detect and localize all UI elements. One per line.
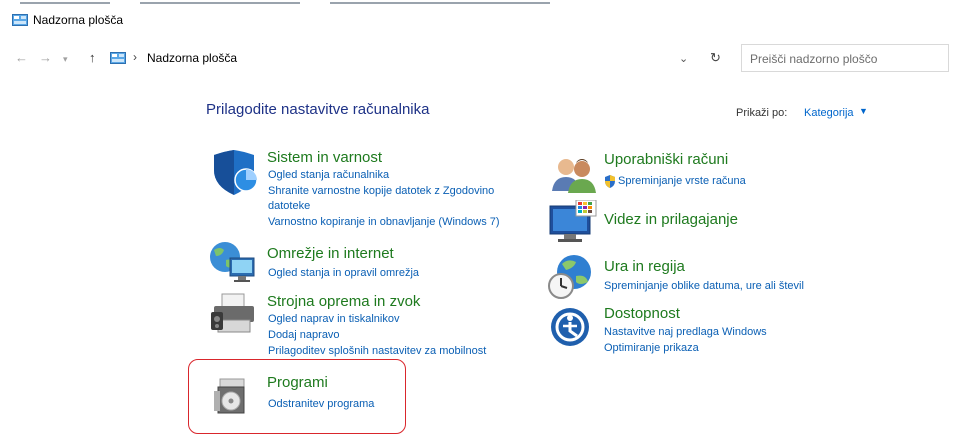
- page-title: Prilagodite nastavitve računalnika: [206, 101, 430, 118]
- search-input[interactable]: Preišči nadzorno ploščo: [741, 44, 949, 72]
- forward-button[interactable]: →: [39, 50, 52, 65]
- refresh-icon: ↻: [710, 50, 721, 65]
- printer-icon: [211, 293, 254, 333]
- category-programs[interactable]: Programi: [267, 374, 328, 391]
- back-button[interactable]: ←: [15, 50, 28, 65]
- address-dropdown-button[interactable]: ⌄: [679, 52, 688, 65]
- category-system-security[interactable]: Sistem in varnost: [267, 149, 382, 166]
- uac-shield-icon: [605, 175, 615, 188]
- clock-globe-icon: [548, 255, 591, 299]
- category-clock-region[interactable]: Ura in regija: [604, 258, 685, 275]
- link-change-date-time-format[interactable]: Spreminjanje oblike datuma, ure ali štev…: [604, 280, 804, 292]
- shield-icon: [214, 150, 258, 195]
- recent-locations-button[interactable]: ▾: [63, 54, 68, 65]
- top-edge-strip: [0, 0, 956, 6]
- link-file-history-backup[interactable]: Shranite varnostne kopije datotek z Zgod…: [268, 185, 494, 197]
- view-by-dropdown[interactable]: Kategorija: [804, 107, 854, 119]
- link-mobility-settings[interactable]: Prilagoditev splošnih nastavitev za mobi…: [268, 345, 486, 357]
- link-windows-suggest-settings[interactable]: Nastavitve naj predlaga Windows: [604, 326, 767, 338]
- arrow-left-icon: ←: [15, 50, 28, 65]
- window-title: Nadzorna plošča: [33, 13, 124, 27]
- strip-mark: [140, 2, 300, 4]
- link-change-account-type[interactable]: Spreminjanje vrste računa: [618, 175, 746, 187]
- link-optimize-display[interactable]: Optimiranje prikaza: [604, 342, 699, 354]
- programs-icon: [214, 378, 245, 414]
- display-icon: [549, 200, 597, 242]
- link-add-device[interactable]: Dodaj napravo: [268, 329, 340, 341]
- category-ease-of-access[interactable]: Dostopnost: [604, 305, 680, 322]
- link-view-computer-status[interactable]: Ogled stanja računalnika: [268, 169, 389, 181]
- breadcrumb-item-control-panel[interactable]: Nadzorna plošča: [147, 51, 237, 65]
- category-appearance-personalization[interactable]: Videz in prilagajanje: [604, 211, 738, 228]
- control-panel-icon: [110, 52, 126, 64]
- category-network-internet[interactable]: Omrežje in internet: [267, 245, 394, 262]
- chevron-down-icon: ▾: [63, 54, 68, 64]
- view-by-label: Prikaži po:: [736, 107, 788, 119]
- up-button[interactable]: ↑: [89, 50, 96, 65]
- arrow-right-icon: →: [39, 50, 52, 65]
- category-user-accounts[interactable]: Uporabniški računi: [604, 151, 728, 168]
- arrow-up-icon: ↑: [89, 50, 96, 65]
- refresh-button[interactable]: ↻: [710, 50, 721, 66]
- network-icon: [210, 242, 255, 282]
- accessibility-icon: [551, 308, 589, 346]
- link-devices-printers[interactable]: Ogled naprav in tiskalnikov: [268, 313, 399, 325]
- chevron-down-icon: ⌄: [679, 53, 689, 65]
- users-icon: [552, 159, 596, 193]
- link-backup-restore-win7[interactable]: Varnostno kopiranje in obnavljanje (Wind…: [268, 216, 500, 228]
- caret-down-icon[interactable]: ▼: [859, 106, 868, 116]
- category-hardware-sound[interactable]: Strojna oprema in zvok: [267, 293, 420, 310]
- breadcrumb-separator: ›: [133, 50, 137, 64]
- strip-mark: [20, 2, 110, 4]
- link-network-status-tasks[interactable]: Ogled stanja in opravil omrežja: [268, 267, 419, 279]
- search-placeholder: Preišči nadzorno ploščo: [750, 52, 878, 66]
- link-uninstall-program[interactable]: Odstranitev programa: [268, 398, 374, 410]
- control-panel-icon: [12, 14, 28, 26]
- strip-mark: [330, 2, 550, 4]
- link-file-history-backup-cont[interactable]: datoteke: [268, 200, 310, 212]
